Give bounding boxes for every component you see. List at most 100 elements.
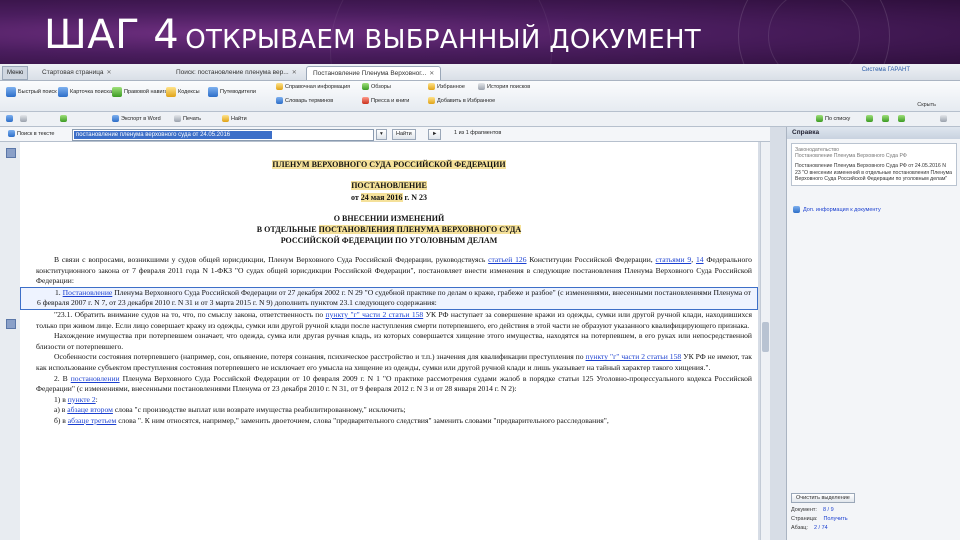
search-card-button[interactable]: Карточка поиска: [58, 87, 112, 97]
forward-button[interactable]: [20, 115, 27, 122]
text: Пленума Верховного Суда Российской Федер…: [36, 373, 752, 394]
find-button[interactable]: Найти: [222, 115, 247, 122]
text: 1) в: [54, 394, 66, 404]
arrow-down-icon: [816, 115, 823, 122]
document-gutter: [0, 142, 20, 540]
nav-up-button[interactable]: [866, 115, 873, 122]
text: б) в: [54, 415, 66, 425]
text-search-input[interactable]: постановление пленума верховного суда от…: [72, 129, 374, 141]
list-button[interactable]: [60, 115, 67, 122]
brand-logo: Система ГАРАНТ: [861, 67, 910, 73]
status-value[interactable]: Получить: [823, 515, 847, 524]
quick-search-button[interactable]: Быстрый поиск: [6, 87, 57, 97]
close-icon[interactable]: ✕: [107, 70, 112, 76]
tab-search[interactable]: Поиск: постановление пленума вер... ✕: [170, 66, 303, 79]
codes-button[interactable]: Кодексы: [166, 87, 200, 97]
search-find-button[interactable]: Найти: [392, 129, 416, 140]
by-list-button[interactable]: По списку: [816, 115, 850, 122]
search-icon: [8, 130, 15, 137]
hide-ribbon-button[interactable]: Скрыть: [917, 102, 936, 108]
compass-icon: [208, 87, 218, 97]
clear-selection-button[interactable]: Очистить выделение: [791, 493, 855, 503]
slide-header: ШАГ 4 ОТКРЫВАЕМ ВЫБРАННЫЙ ДОКУМЕНТ: [0, 0, 960, 66]
paragraph-marker-icon[interactable]: [6, 148, 16, 158]
slide-title: ШАГ 4 ОТКРЫВАЕМ ВЫБРАННЫЙ ДОКУМЕНТ: [44, 12, 701, 58]
ribbon-label: Путеводители: [220, 89, 256, 95]
link-point-2[interactable]: пункте 2: [68, 395, 96, 404]
search-history-button[interactable]: История поисков: [478, 83, 530, 90]
search-next-button[interactable]: ►: [428, 129, 442, 140]
extra-info-link[interactable]: Доп. информация к документу: [793, 206, 881, 213]
reference-info-button[interactable]: Справочная информация: [276, 83, 350, 90]
status-label: Страница:: [791, 516, 818, 522]
paragraph-2: 2. В постановлении Пленума Верховного Су…: [20, 374, 758, 395]
text: "23.1. Обратить внимание судов на то, чт…: [54, 309, 324, 319]
nav-next-button[interactable]: [898, 115, 905, 122]
link-resolution-2009[interactable]: постановлении: [71, 374, 120, 383]
ribbon-label: История поисков: [487, 83, 531, 90]
subject-highlight: ПОСТАНОВЛЕНИЯ ПЛЕНУМА ВЕРХОВНОГО СУДА: [318, 225, 522, 234]
text: Пленума Верховного Суда Российской Федер…: [37, 287, 752, 308]
status-page: Страница: Получить: [791, 515, 957, 524]
document-body: ПЛЕНУМ ВЕРХОВНОГО СУДА РОССИЙСКОЙ ФЕДЕРА…: [20, 142, 758, 540]
date-suffix: г. N 23: [404, 193, 428, 202]
link-article-14[interactable]: 14: [696, 255, 704, 264]
paragraph-property: Нахождение имущества при потерпевшем озн…: [36, 331, 752, 351]
court-name: ПЛЕНУМ ВЕРХОВНОГО СУДА РОССИЙСКОЙ ФЕДЕРА…: [272, 160, 506, 169]
chevron-down-icon: ▾: [380, 131, 383, 137]
export-word-button[interactable]: Экспорт в Word: [112, 115, 161, 122]
arrow-down-icon: [882, 115, 889, 122]
ribbon-label: Добавить в Избранное: [437, 97, 496, 104]
status-label: Абзац:: [791, 525, 808, 531]
paragraph-2-1-b: б) в абзаце третьем слова ". К ним относ…: [20, 416, 758, 427]
list-icon: [60, 115, 67, 122]
tab-document[interactable]: Постановление Пленума Верховног... ✕: [306, 66, 442, 80]
back-button[interactable]: [6, 115, 13, 122]
nav-down-button[interactable]: [882, 115, 889, 122]
dictionary-icon: [276, 97, 283, 104]
link-articles-9[interactable]: статьями 9: [656, 255, 692, 264]
document-subject-line1: О ВНЕСЕНИИ ИЗМЕНЕНИЙ: [333, 214, 445, 223]
add-favorite-button[interactable]: Добавить в Избранное: [428, 97, 495, 104]
scrollbar-thumb[interactable]: [762, 322, 769, 352]
link-paragraph-second[interactable]: абзаце втором: [67, 405, 113, 414]
document-subject-line2: В ОТДЕЛЬНЫЕ ПОСТАНОВЛЕНИЯ ПЛЕНУМА ВЕРХОВ…: [20, 225, 758, 234]
link-article-158[interactable]: пункту "г" части 2 статьи 158: [326, 310, 424, 319]
tab-bar: Меню Стартовая страница ✕ Поиск: постанов…: [0, 64, 960, 81]
guides-button[interactable]: Путеводители: [208, 87, 256, 97]
app-window: Меню Стартовая страница ✕ Поиск: постанов…: [0, 64, 960, 540]
close-icon[interactable]: ✕: [429, 71, 434, 77]
menu-button[interactable]: Меню: [2, 66, 29, 80]
reviews-button[interactable]: Обзоры: [362, 83, 391, 90]
search-options-button[interactable]: ▾: [376, 129, 387, 140]
status-label: Документ:: [791, 507, 817, 513]
panel-splitter[interactable]: [770, 127, 786, 540]
link-article-158[interactable]: пункту "г" части 2 статьи 158: [586, 352, 682, 361]
paragraph-2-1: 1) в пункте 2:: [20, 395, 758, 406]
tab-start[interactable]: Стартовая страница ✕: [36, 66, 118, 79]
navigation-status: Очистить выделение Документ: 8 / 9 Страни…: [791, 493, 957, 533]
help-button[interactable]: [940, 115, 947, 122]
reference-title[interactable]: Постановление Пленума Верховного Суда РФ…: [795, 163, 953, 182]
link-paragraph-third[interactable]: абзаце третьем: [68, 416, 116, 425]
close-icon[interactable]: ✕: [292, 70, 297, 76]
glossary-button[interactable]: Словарь терминов: [276, 97, 333, 104]
link-resolution[interactable]: Постановление: [63, 288, 113, 297]
ribbon-label: Быстрый поиск: [18, 89, 57, 95]
favorites-button[interactable]: Избранное: [428, 83, 465, 90]
doc-type-text: ПОСТАНОВЛЕНИЕ: [351, 181, 427, 190]
status-paragraph: Абзац: 2 / 74: [791, 524, 957, 533]
slide-title-step: ШАГ 4: [44, 12, 180, 58]
tab-label: Стартовая страница: [42, 69, 104, 76]
print-button[interactable]: Печать: [174, 115, 201, 122]
navigator-icon: [112, 87, 122, 97]
link-article-126[interactable]: статьей 126: [488, 255, 526, 264]
text: слова "с производстве выплат или возврат…: [114, 405, 406, 415]
reference-box: Законодательство Постановление Пленума В…: [791, 143, 957, 187]
text-search-bar: Поиск в тексте постановление пленума вер…: [0, 127, 786, 142]
arrow-up-icon: [866, 115, 873, 122]
press-books-button[interactable]: Пресса и книги: [362, 97, 409, 104]
paragraph-marker-icon[interactable]: [6, 319, 16, 329]
newspaper-icon: [362, 97, 369, 104]
text: слова ". К ним относятся, например," зам…: [118, 415, 609, 425]
